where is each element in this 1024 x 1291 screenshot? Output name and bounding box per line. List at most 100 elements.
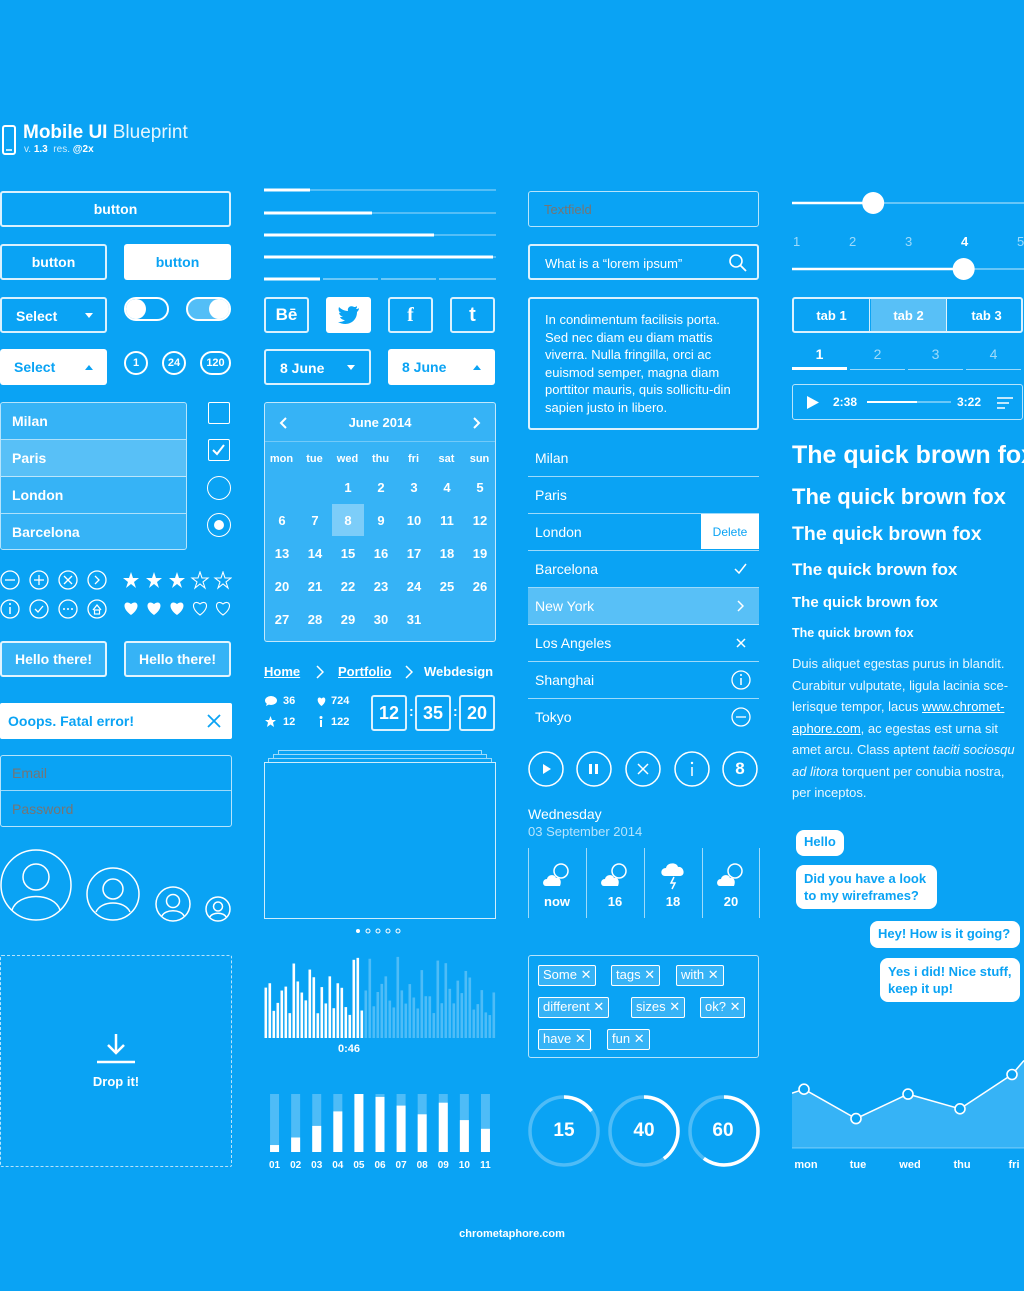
checkbox-unchecked[interactable]: [208, 402, 230, 424]
avatar[interactable]: [86, 867, 140, 921]
info-circle-icon[interactable]: [0, 599, 20, 619]
facebook-button[interactable]: f: [388, 297, 433, 333]
select-open[interactable]: Select: [0, 349, 107, 385]
play-button[interactable]: [528, 751, 564, 787]
search-icon[interactable]: [729, 254, 747, 272]
tag[interactable]: with ✕: [676, 965, 724, 986]
tab-2[interactable]: tab 2: [871, 299, 947, 331]
plus-circle-icon[interactable]: [29, 570, 49, 590]
calendar-day[interactable]: 15: [332, 537, 364, 569]
step-tab[interactable]: 3: [908, 346, 963, 370]
behance-button[interactable]: Bē: [264, 297, 309, 333]
tumblr-button[interactable]: t: [450, 297, 495, 333]
tab-1[interactable]: tab 1: [794, 299, 870, 331]
minus-circle-icon[interactable]: [0, 570, 20, 590]
more-circle-icon[interactable]: [58, 599, 78, 619]
calendar-day[interactable]: 6: [266, 504, 298, 536]
list-item[interactable]: London: [1, 477, 186, 514]
calendar-day[interactable]: 24: [398, 570, 430, 602]
filled-button[interactable]: button: [124, 244, 231, 280]
calendar-day[interactable]: 9: [365, 504, 397, 536]
date-select-closed[interactable]: 8 June: [264, 349, 371, 385]
calendar-day[interactable]: 22: [332, 570, 364, 602]
breadcrumb-portfolio[interactable]: Portfolio: [338, 664, 391, 679]
search-field[interactable]: What is a “lorem ipsum”: [528, 244, 759, 280]
list-item[interactable]: Milan: [1, 403, 186, 440]
list-item[interactable]: Tokyo: [528, 699, 759, 736]
info-button[interactable]: [674, 751, 710, 787]
calendar-day[interactable]: 16: [365, 537, 397, 569]
calendar-day[interactable]: 13: [266, 537, 298, 569]
close-circle-icon[interactable]: [58, 570, 78, 590]
menu-icon[interactable]: [997, 397, 1013, 409]
full-width-button[interactable]: button: [0, 191, 231, 227]
step-tab[interactable]: 2: [850, 346, 905, 370]
avatar[interactable]: [155, 886, 191, 922]
calendar-day[interactable]: 29: [332, 603, 364, 635]
slider-thumb[interactable]: [862, 192, 885, 214]
calendar-day[interactable]: 4: [431, 471, 463, 503]
tag[interactable]: Some ✕: [538, 965, 597, 986]
delete-button[interactable]: Delete: [701, 514, 759, 549]
close-icon[interactable]: [207, 714, 221, 728]
outline-button[interactable]: button: [0, 244, 107, 280]
chart-point[interactable]: [954, 1103, 966, 1115]
hello-button[interactable]: Hello there!: [124, 641, 231, 677]
list-item[interactable]: Barcelona: [1, 514, 186, 549]
chart-point[interactable]: [850, 1112, 862, 1125]
email-field[interactable]: [1, 756, 231, 791]
calendar-day[interactable]: 3: [398, 471, 430, 503]
calendar-day[interactable]: 27: [266, 603, 298, 635]
calendar-day[interactable]: 7: [299, 504, 331, 536]
calendar-day[interactable]: 2: [365, 471, 397, 503]
player-progress[interactable]: [867, 401, 951, 403]
step-tab[interactable]: 1: [792, 346, 847, 370]
avatar[interactable]: [0, 849, 72, 921]
list-item[interactable]: Barcelona: [528, 551, 759, 588]
audio-waveform[interactable]: [264, 950, 496, 1040]
calendar-day[interactable]: 5: [464, 471, 496, 503]
step-tab[interactable]: 4: [966, 346, 1021, 370]
calendar-day[interactable]: 25: [431, 570, 463, 602]
list-item[interactable]: Milan: [528, 440, 759, 477]
tag[interactable]: different ✕: [538, 997, 610, 1018]
chevron-right-icon[interactable]: [473, 417, 481, 429]
twitter-button[interactable]: [326, 297, 371, 333]
calendar-day[interactable]: 21: [299, 570, 331, 602]
calendar-day-selected[interactable]: 8: [332, 504, 364, 536]
footer-credit[interactable]: chrometaphore.com: [0, 1228, 1024, 1240]
calendar-day[interactable]: 18: [431, 537, 463, 569]
toggle-on[interactable]: [186, 297, 231, 321]
pagination-dots[interactable]: [352, 927, 404, 935]
text-field[interactable]: [528, 191, 759, 227]
calendar-day[interactable]: 28: [299, 603, 331, 635]
star-rating[interactable]: [123, 571, 232, 590]
calendar-day[interactable]: 19: [464, 537, 496, 569]
list-item[interactable]: Paris: [1, 440, 186, 477]
password-field[interactable]: [1, 791, 231, 826]
calendar-day[interactable]: 20: [266, 570, 298, 602]
list-item[interactable]: Shanghai: [528, 662, 759, 699]
tag[interactable]: tags ✕: [611, 965, 661, 986]
list-item[interactable]: Paris: [528, 477, 759, 514]
radio-unchecked[interactable]: [207, 476, 231, 500]
pause-button[interactable]: [576, 751, 612, 787]
stepped-slider[interactable]: [792, 254, 1024, 284]
calendar-day[interactable]: 14: [299, 537, 331, 569]
calendar-day[interactable]: 10: [398, 504, 430, 536]
list-item-swiped[interactable]: London Delete: [528, 514, 759, 551]
home-circle-icon[interactable]: [87, 599, 107, 619]
tag[interactable]: sizes ✕: [631, 997, 686, 1018]
calendar-day[interactable]: 11: [431, 504, 463, 536]
calendar-day[interactable]: 26: [464, 570, 496, 602]
chevron-right-circle-icon[interactable]: [87, 570, 107, 590]
tag[interactable]: have ✕: [538, 1029, 591, 1050]
calendar-day[interactable]: 23: [365, 570, 397, 602]
date-select-open[interactable]: 8 June: [388, 349, 495, 385]
check-circle-icon[interactable]: [29, 599, 49, 619]
calendar-day[interactable]: 31: [398, 603, 430, 635]
select-closed[interactable]: Select: [0, 297, 107, 333]
search-input[interactable]: What is a “lorem ipsum”: [545, 256, 682, 271]
tab-3[interactable]: tab 3: [948, 299, 1021, 331]
heart-rating[interactable]: [124, 601, 230, 616]
